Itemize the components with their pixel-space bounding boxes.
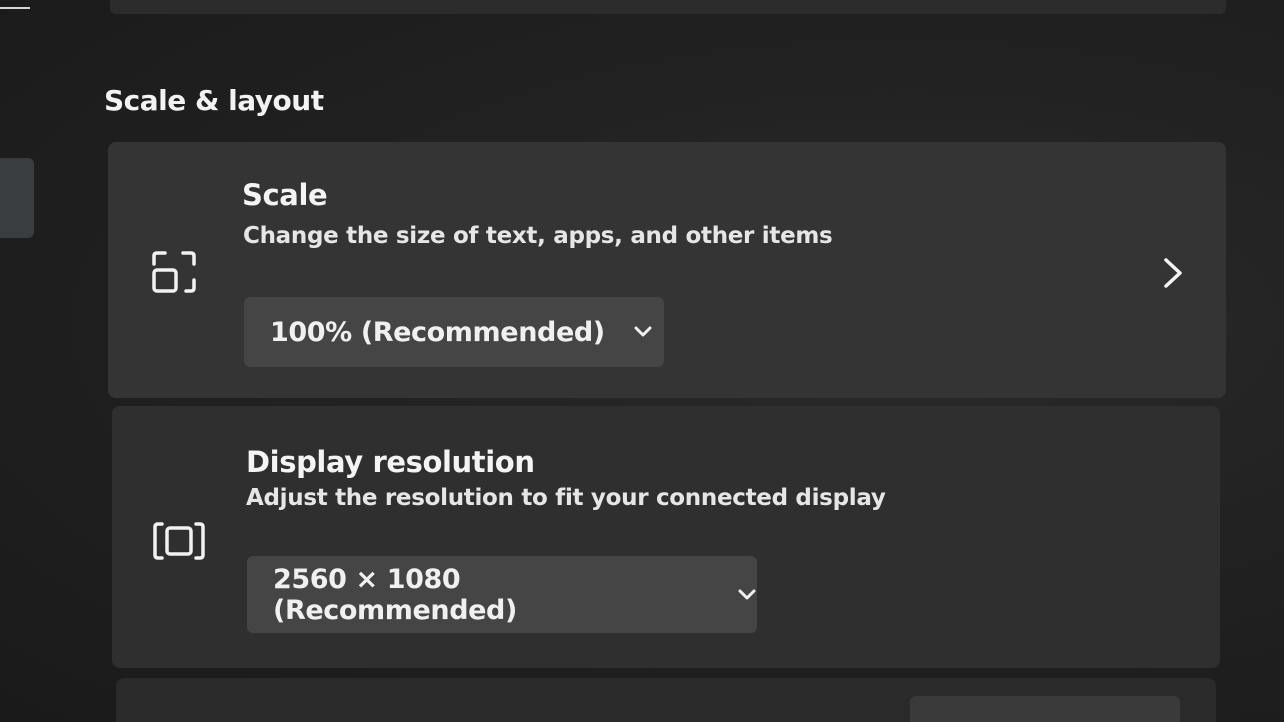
chevron-down-icon — [737, 588, 757, 602]
scale-title: Scale — [242, 178, 328, 212]
chevron-down-icon — [633, 325, 653, 339]
display-resolution-icon — [152, 520, 206, 562]
settings-page: Scale & layout Scale Change the size of … — [0, 0, 1284, 722]
chevron-right-icon[interactable] — [1160, 256, 1186, 294]
resolution-title: Display resolution — [246, 445, 535, 479]
section-title: Scale & layout — [104, 84, 324, 117]
scale-icon — [150, 250, 198, 294]
scale-dropdown-value: 100% (Recommended) — [270, 316, 605, 348]
scale-description: Change the size of text, apps, and other… — [243, 223, 833, 249]
nav-indicator — [0, 7, 30, 9]
resolution-dropdown-value: 2560 × 1080 (Recommended) — [273, 563, 517, 626]
nav-selected-item[interactable] — [0, 158, 34, 238]
next-setting-dropdown[interactable] — [910, 696, 1180, 722]
scale-dropdown[interactable]: 100% (Recommended) — [244, 297, 664, 367]
resolution-description: Adjust the resolution to fit your connec… — [246, 485, 886, 511]
previous-setting-card[interactable] — [110, 0, 1226, 14]
resolution-dropdown[interactable]: 2560 × 1080 (Recommended) — [247, 556, 757, 633]
